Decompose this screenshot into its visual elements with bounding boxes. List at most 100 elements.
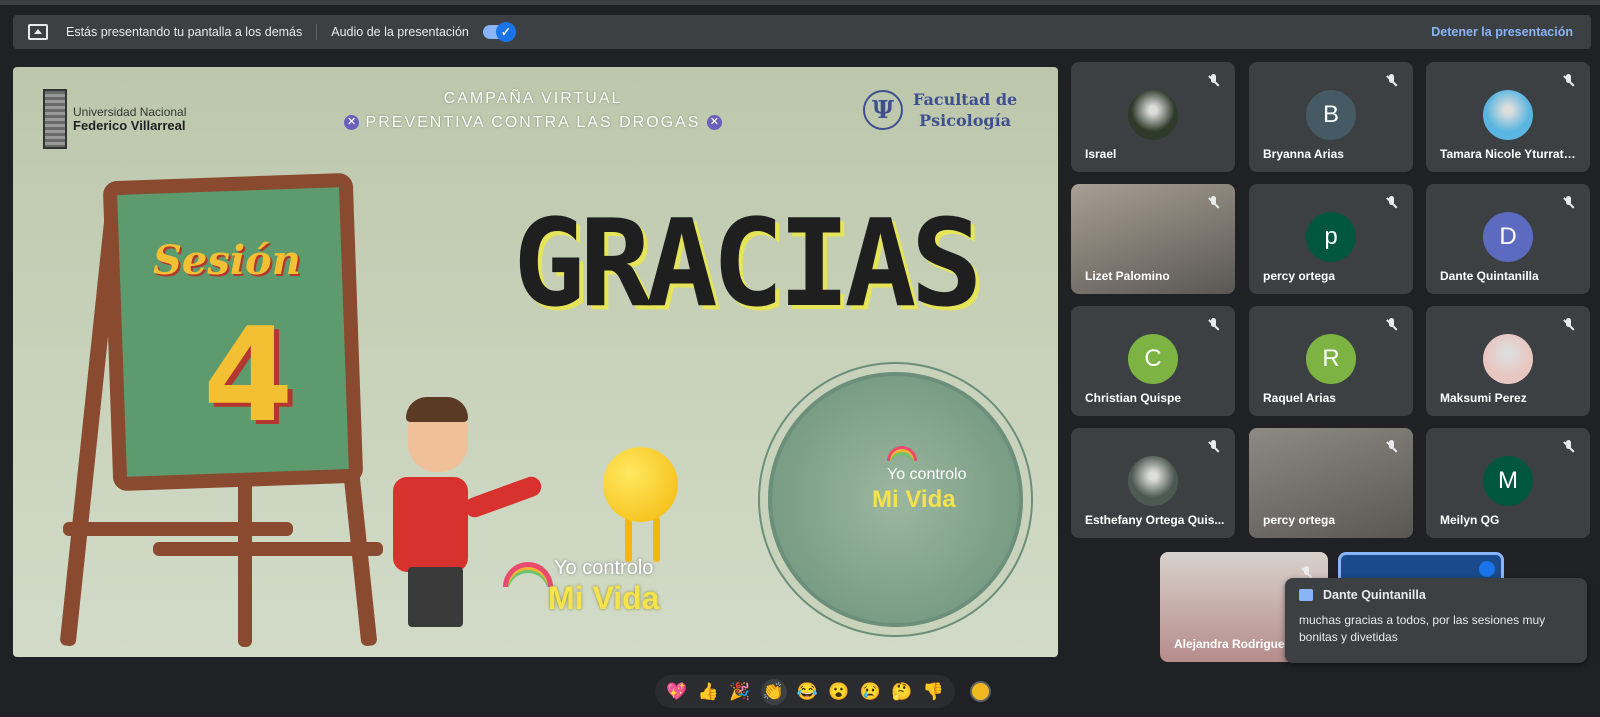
participant-tile[interactable]: Lizet Palomino	[1071, 184, 1235, 294]
mic-off-icon	[1562, 196, 1576, 210]
chat-message: muchas gracias a todos, por las sesiones…	[1299, 613, 1546, 644]
participant-tile[interactable]: Esthefany Ortega Quis...	[1071, 428, 1235, 538]
reaction-button[interactable]: 👍	[698, 682, 719, 702]
avatar: C	[1128, 334, 1178, 384]
participant-name: Esthefany Ortega Quis...	[1085, 513, 1225, 527]
reaction-button[interactable]: 👏	[760, 678, 787, 705]
participant-name: percy ortega	[1263, 513, 1336, 527]
participant-name: Lizet Palomino	[1085, 269, 1170, 283]
rainbow-icon	[887, 446, 917, 461]
participant-name: Tamara Nicole Yturrate ...	[1440, 147, 1580, 161]
participant-name: Raquel Arias	[1263, 391, 1336, 405]
avatar-photo	[1128, 456, 1178, 506]
mic-off-icon	[1207, 440, 1221, 454]
speaking-indicator-icon	[1479, 561, 1495, 577]
sun-leg	[625, 517, 632, 562]
mic-off-icon	[1562, 440, 1576, 454]
divider	[316, 24, 318, 40]
emoji-picker-button[interactable]	[970, 681, 991, 702]
campaign-line1: CAMPAÑA VIRTUAL	[443, 90, 623, 107]
check-icon: ✓	[495, 22, 516, 42]
university-logo: Universidad Nacional Federico Villarreal	[43, 89, 186, 149]
reaction-button[interactable]: 😢	[860, 682, 881, 702]
sun-leg	[653, 517, 660, 562]
psi-icon: Ψ	[863, 90, 903, 130]
chat-sender: Dante Quintanilla	[1323, 588, 1426, 602]
mic-off-icon	[1207, 318, 1221, 332]
chat-toast[interactable]: Dante Quintanilla muchas gracias a todos…	[1285, 578, 1587, 663]
campaign-logo: Yo controlo Mi Vida	[548, 557, 659, 617]
participant-tile[interactable]: Maksumi Perez	[1426, 306, 1590, 416]
avatar: R	[1306, 334, 1356, 384]
shared-slide: Universidad Nacional Federico Villarreal…	[13, 67, 1058, 657]
window-top-edge	[0, 0, 1600, 5]
easel-leg	[238, 467, 252, 647]
session-label: Sesión	[153, 237, 301, 284]
avatar: p	[1306, 212, 1356, 262]
mic-off-icon	[1385, 74, 1399, 88]
participant-tile[interactable]: Tamara Nicole Yturrate ...	[1426, 62, 1590, 172]
presentation-banner: Estás presentando tu pantalla a los demá…	[13, 15, 1591, 49]
reaction-button[interactable]: 🤔	[891, 682, 912, 702]
faculty-logo: Ψ Facultad de Psicología	[863, 89, 1017, 131]
university-crest-icon	[43, 89, 67, 149]
present-screen-icon	[28, 24, 48, 40]
participant-name: Israel	[1085, 147, 1117, 161]
sun-character	[603, 447, 678, 522]
rainbow-icon	[503, 562, 553, 587]
character-arm	[461, 473, 545, 521]
mic-off-icon	[1385, 318, 1399, 332]
participant-name: percy ortega	[1263, 269, 1336, 283]
headline: GRACIAS	[513, 195, 983, 334]
campaign-line2: PREVENTIVA CONTRA LAS DROGAS	[365, 114, 701, 131]
participant-tile[interactable]: Israel	[1071, 62, 1235, 172]
audio-label: Audio de la presentación	[331, 25, 469, 39]
easel-bar	[153, 542, 383, 556]
reaction-button[interactable]: 💖	[666, 682, 687, 702]
mic-off-icon	[1385, 440, 1399, 454]
participant-name: Bryanna Arias	[1263, 147, 1344, 161]
participant-tile[interactable]: M Meilyn QG	[1426, 428, 1590, 538]
chat-icon	[1299, 589, 1313, 601]
character-legs	[408, 567, 463, 627]
reaction-button[interactable]: 🎉	[729, 682, 750, 702]
avatar-photo	[1483, 90, 1533, 140]
reaction-button[interactable]: 👎	[923, 682, 944, 702]
stop-presenting-button[interactable]: Detener la presentación	[1431, 25, 1573, 39]
character-body	[393, 477, 468, 572]
avatar: M	[1483, 456, 1533, 506]
participant-tile[interactable]: R Raquel Arias	[1249, 306, 1413, 416]
participant-tile[interactable]: p percy ortega	[1249, 184, 1413, 294]
faculty-line2: Psicología	[919, 111, 1012, 130]
logo-line2: Mi Vida	[548, 580, 660, 616]
participant-name: Meilyn QG	[1440, 513, 1500, 527]
university-line2: Federico Villarreal	[73, 118, 186, 133]
character-hair	[406, 397, 468, 422]
participant-tile[interactable]: C Christian Quispe	[1071, 306, 1235, 416]
participant-name: Dante Quintanilla	[1440, 269, 1539, 283]
participant-tile[interactable]: B Bryanna Arias	[1249, 62, 1413, 172]
participant-name: Maksumi Perez	[1440, 391, 1527, 405]
participant-tile[interactable]: D Dante Quintanilla	[1426, 184, 1590, 294]
circle-logo-line2: Mi Vida	[872, 486, 956, 513]
campaign-title: CAMPAÑA VIRTUAL ✕ PREVENTIVA CONTRA LAS …	[333, 87, 733, 135]
logo-line1: Yo controlo	[554, 557, 654, 579]
circle-logo: Yo controlo Mi Vida	[768, 372, 1023, 627]
reaction-button[interactable]: 😂	[797, 682, 818, 702]
avatar-photo	[1128, 90, 1178, 140]
audio-toggle[interactable]: ✓	[482, 22, 516, 42]
x-icon: ✕	[706, 115, 722, 131]
mic-off-icon	[1207, 196, 1221, 210]
avatar-photo	[1483, 334, 1533, 384]
x-icon: ✕	[344, 115, 360, 131]
reaction-button[interactable]: 😮	[828, 682, 849, 702]
faculty-line1: Facultad de	[913, 90, 1018, 109]
mic-off-icon	[1207, 74, 1221, 88]
session-number: 4	[203, 299, 294, 451]
mic-off-icon	[1562, 74, 1576, 88]
participant-tile[interactable]: percy ortega	[1249, 428, 1413, 538]
reactions-bar: 💖 👍 🎉 👏 😂 😮 😢 🤔 👎	[655, 675, 955, 708]
mic-off-icon	[1385, 196, 1399, 210]
participant-name: Alejandra Rodriguez	[1174, 637, 1291, 651]
circle-logo-line1: Yo controlo	[887, 466, 967, 483]
